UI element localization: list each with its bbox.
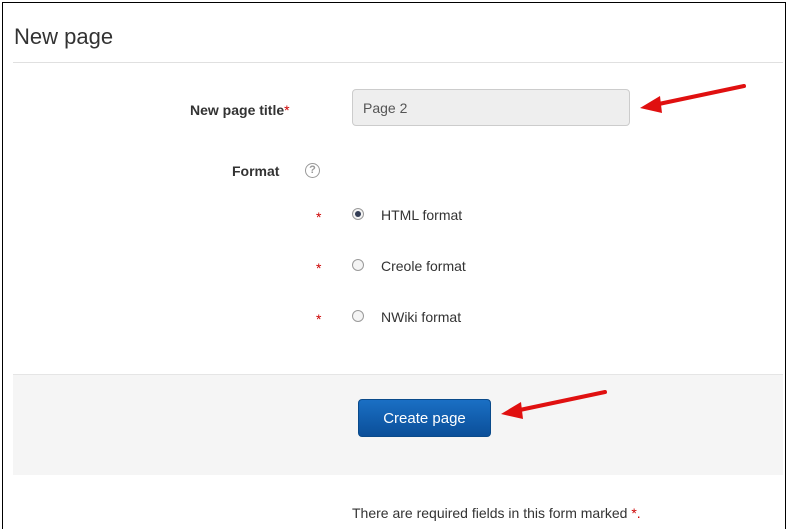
required-fields-note: There are required fields in this form m…: [352, 504, 641, 522]
page-title-field-label: New page title*: [190, 100, 290, 120]
help-icon[interactable]: ?: [305, 163, 320, 178]
required-note-marker: *.: [631, 505, 641, 521]
format-label: Format: [232, 163, 280, 179]
radio-label-nwiki-format[interactable]: NWiki format: [381, 308, 461, 326]
required-note-text: There are required fields in this form m…: [352, 505, 628, 521]
radio-label-html-format[interactable]: HTML format: [381, 206, 462, 224]
required-marker: *: [316, 209, 322, 225]
title-divider: [13, 62, 783, 63]
create-page-button[interactable]: Create page: [358, 399, 491, 437]
page-title-input[interactable]: [352, 89, 630, 126]
required-marker: *: [284, 102, 290, 118]
required-marker: *: [316, 311, 322, 327]
radio-label-creole-format[interactable]: Creole format: [381, 257, 466, 275]
page-title-label-text: New page title: [190, 102, 285, 118]
radio-nwiki-format[interactable]: [352, 310, 364, 322]
red-arrow-icon: [501, 390, 607, 419]
required-marker: *: [316, 260, 322, 276]
red-arrow-icon: [640, 84, 746, 113]
page-title: New page: [14, 24, 114, 49]
radio-creole-format[interactable]: [352, 259, 364, 271]
radio-html-format[interactable]: [352, 208, 364, 220]
